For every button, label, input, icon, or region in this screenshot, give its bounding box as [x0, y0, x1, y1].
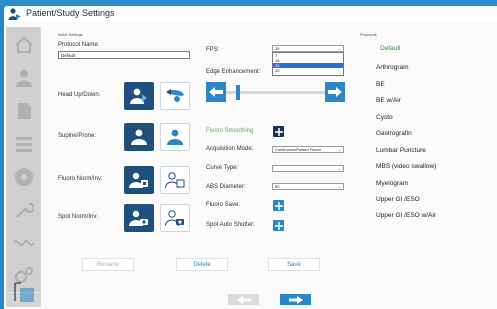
patient-spot-inverted-icon [165, 210, 184, 226]
wrench-icon [15, 202, 34, 218]
head-up-down-label: Head Up/Down: [58, 92, 101, 98]
acquisition-mode-label: Acquisition Mode: [206, 146, 254, 152]
plus-icon [274, 221, 283, 230]
sidebar-item-list[interactable] [7, 127, 40, 161]
rename-button[interactable]: Rename [82, 258, 134, 271]
protocol-item[interactable]: MBS (video swallow) [376, 163, 436, 170]
chevron-down-icon: ⌄ [337, 46, 341, 51]
patient-icon [8, 8, 21, 20]
wave-icon [12, 239, 35, 246]
patient-head-up-icon [130, 88, 147, 104]
fluoro-save-toggle[interactable] [273, 200, 284, 211]
fluoro-smoothing-toggle[interactable] [273, 126, 284, 137]
protocol-item[interactable]: Myelogram [376, 180, 408, 187]
fps-label: FPS: [206, 47, 220, 53]
fluoro-smoothing-label: Fluoro Smoothing [206, 128, 254, 134]
curve-type-select[interactable]: ⌄ [272, 165, 344, 172]
protocol-item[interactable]: BE [376, 81, 385, 88]
protocol-item[interactable]: Cysto [376, 114, 393, 121]
fps-dropdown-list: 7 15 25 30 [272, 52, 344, 76]
document-icon [17, 102, 31, 119]
list-icon [15, 136, 32, 152]
acquisition-mode-select[interactable]: Continuous/Pulsed Fluoro ⌄ [272, 146, 344, 153]
prone-button[interactable] [160, 123, 190, 151]
patient-head-down-icon [166, 89, 184, 102]
head-up-button[interactable] [124, 82, 154, 110]
edge-increase-button[interactable] [325, 82, 345, 102]
arrow-left-icon [209, 87, 223, 97]
abs-diameter-select[interactable]: 60 ⌄ [272, 183, 344, 190]
disc-icon [14, 167, 33, 186]
patient-fluoro-inverted-icon [165, 172, 185, 188]
study-settings-icon [13, 281, 34, 302]
protocol-item[interactable]: Gastrografin [376, 130, 412, 137]
supine-button[interactable] [124, 123, 154, 151]
fps-option[interactable]: 30 [275, 68, 279, 73]
sidebar-item-wave[interactable] [7, 226, 40, 260]
initial-settings-label: Initial Settings [58, 32, 83, 37]
patient-spot-normal-icon [129, 210, 148, 226]
arrow-right-icon [288, 295, 303, 304]
curve-type-label: Curve Type: [206, 165, 239, 171]
sidebar-item-study-settings[interactable] [7, 276, 40, 307]
fluoro-norm-inv-label: Fluoro Norm/Inv: [58, 176, 103, 182]
patient-supine-icon [131, 129, 147, 145]
sidebar-item-disc[interactable] [7, 160, 40, 194]
spot-normal-button[interactable] [124, 204, 154, 232]
sidebar-item-document[interactable] [7, 94, 40, 128]
supine-prone-label: Supine/Prone: [58, 133, 97, 139]
plus-icon [274, 127, 283, 136]
protocol-item[interactable]: BE w/Air [376, 97, 401, 104]
protocol-item[interactable]: Arthrogram [376, 64, 409, 71]
fps-select-value: 25 [275, 46, 280, 51]
user-icon [15, 69, 32, 87]
title-bar: Patient/Study Settings [4, 6, 497, 22]
plus-icon [274, 201, 283, 210]
arrow-left-icon [236, 295, 251, 304]
edge-enhancement-slider[interactable] [226, 91, 325, 94]
chevron-down-icon: ⌄ [337, 184, 341, 189]
protocol-name-input[interactable]: Default [58, 51, 190, 59]
window-title: Patient/Study Settings [26, 8, 115, 18]
fluoro-normal-button[interactable] [124, 166, 154, 194]
patient-prone-icon [167, 129, 183, 145]
head-down-button[interactable] [160, 82, 190, 110]
protocol-name-label: Protocol Name: [58, 42, 100, 48]
home-icon [14, 36, 33, 53]
edge-enhancement-slider-thumb[interactable] [235, 85, 240, 100]
acquisition-mode-value: Continuous/Pulsed Fluoro [275, 147, 322, 152]
fluoro-save-label: Fluoro Save: [206, 202, 241, 208]
delete-button[interactable]: Delete [176, 258, 228, 271]
fps-select[interactable]: 25 ⌄ [272, 45, 344, 52]
abs-diameter-label: ABS Diameter: [206, 184, 246, 190]
protocol-item-selected[interactable]: Default [380, 45, 401, 52]
chevron-down-icon: ⌄ [337, 147, 341, 152]
page-previous-button[interactable] [228, 294, 259, 305]
protocols-section-label: Protocols [360, 32, 377, 37]
spot-inverted-button[interactable] [160, 204, 190, 232]
spot-auto-shutter-label: Spot Auto Shutter: [206, 222, 255, 228]
sidebar-item-wrench[interactable] [7, 193, 40, 227]
protocol-item[interactable]: Lumbar Puncture [376, 147, 426, 154]
edge-enhancement-label: Edge Enhancement: [206, 69, 261, 75]
spot-norm-inv-label: Spot Norm/Inv: [58, 214, 99, 220]
fps-option-highlighted[interactable]: 25 [273, 63, 343, 68]
fluoro-inverted-button[interactable] [160, 166, 190, 194]
sidebar-item-user[interactable] [7, 61, 40, 95]
protocol-item[interactable]: Upper GI /ESO [376, 196, 420, 203]
arrow-right-icon [328, 87, 342, 97]
edge-decrease-button[interactable] [206, 82, 226, 102]
patient-fluoro-normal-icon [129, 172, 148, 188]
protocol-item[interactable]: Upper GI /ESO w/Air [376, 212, 436, 219]
sidebar-item-home[interactable] [7, 28, 40, 62]
chevron-down-icon: ⌄ [337, 166, 341, 171]
save-button[interactable]: Save [268, 258, 320, 271]
page-next-button[interactable] [280, 294, 311, 305]
abs-diameter-value: 60 [275, 184, 280, 189]
spot-auto-shutter-toggle[interactable] [273, 220, 284, 231]
